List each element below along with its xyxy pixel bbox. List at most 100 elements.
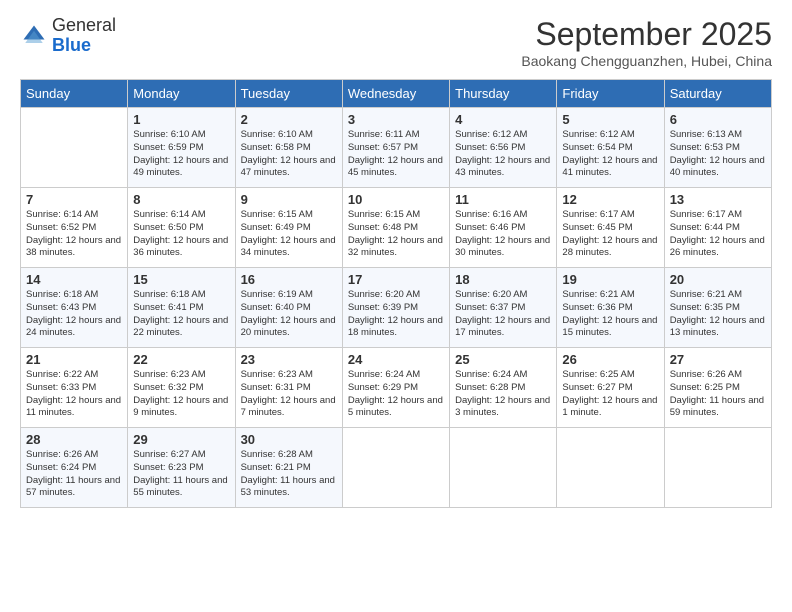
- logo-icon: [20, 22, 48, 50]
- day-number: 27: [670, 352, 766, 367]
- calendar-cell: 6 Sunrise: 6:13 AMSunset: 6:53 PMDaylight…: [664, 108, 771, 188]
- calendar-cell: 11 Sunrise: 6:16 AMSunset: 6:46 PMDayligh…: [450, 188, 557, 268]
- day-number: 24: [348, 352, 444, 367]
- day-info: Sunrise: 6:18 AMSunset: 6:41 PMDaylight:…: [133, 289, 229, 340]
- calendar-cell: 30 Sunrise: 6:28 AMSunset: 6:21 PMDayligh…: [235, 428, 342, 508]
- weekday-header: Wednesday: [342, 80, 449, 108]
- calendar-cell: [21, 108, 128, 188]
- day-number: 5: [562, 112, 658, 127]
- calendar-cell: 23 Sunrise: 6:23 AMSunset: 6:31 PMDayligh…: [235, 348, 342, 428]
- day-info: Sunrise: 6:14 AMSunset: 6:52 PMDaylight:…: [26, 209, 122, 260]
- calendar-week-row: 28 Sunrise: 6:26 AMSunset: 6:24 PMDayligh…: [21, 428, 772, 508]
- day-number: 17: [348, 272, 444, 287]
- calendar-week-row: 7 Sunrise: 6:14 AMSunset: 6:52 PMDaylight…: [21, 188, 772, 268]
- calendar-cell: 18 Sunrise: 6:20 AMSunset: 6:37 PMDayligh…: [450, 268, 557, 348]
- day-number: 18: [455, 272, 551, 287]
- day-info: Sunrise: 6:22 AMSunset: 6:33 PMDaylight:…: [26, 369, 122, 420]
- calendar-cell: 21 Sunrise: 6:22 AMSunset: 6:33 PMDayligh…: [21, 348, 128, 428]
- day-number: 10: [348, 192, 444, 207]
- calendar-cell: 10 Sunrise: 6:15 AMSunset: 6:48 PMDayligh…: [342, 188, 449, 268]
- calendar-cell: 14 Sunrise: 6:18 AMSunset: 6:43 PMDayligh…: [21, 268, 128, 348]
- logo-blue: Blue: [52, 35, 91, 55]
- day-number: 29: [133, 432, 229, 447]
- day-number: 28: [26, 432, 122, 447]
- calendar-cell: 3Sunrise: 6:11 AMSunset: 6:57 PMDaylight…: [342, 108, 449, 188]
- calendar-cell: 19 Sunrise: 6:21 AMSunset: 6:36 PMDayligh…: [557, 268, 664, 348]
- calendar-header-row: SundayMondayTuesdayWednesdayThursdayFrid…: [21, 80, 772, 108]
- month-year-title: September 2025: [521, 16, 772, 53]
- calendar-cell: 13Sunrise: 6:17 AMSunset: 6:44 PMDayligh…: [664, 188, 771, 268]
- calendar-week-row: 14 Sunrise: 6:18 AMSunset: 6:43 PMDayligh…: [21, 268, 772, 348]
- day-info: Sunrise: 6:13 AMSunset: 6:53 PMDaylight:…: [670, 129, 766, 180]
- day-number: 6: [670, 112, 766, 127]
- day-info: Sunrise: 6:11 AMSunset: 6:57 PMDaylight:…: [348, 129, 444, 180]
- calendar-cell: 29 Sunrise: 6:27 AMSunset: 6:23 PMDayligh…: [128, 428, 235, 508]
- calendar-week-row: 21 Sunrise: 6:22 AMSunset: 6:33 PMDayligh…: [21, 348, 772, 428]
- day-number: 4: [455, 112, 551, 127]
- day-info: Sunrise: 6:26 AMSunset: 6:24 PMDaylight:…: [26, 449, 122, 500]
- day-number: 2: [241, 112, 337, 127]
- day-info: Sunrise: 6:20 AMSunset: 6:37 PMDaylight:…: [455, 289, 551, 340]
- day-number: 11: [455, 192, 551, 207]
- day-info: Sunrise: 6:25 AMSunset: 6:27 PMDaylight:…: [562, 369, 658, 420]
- day-info: Sunrise: 6:16 AMSunset: 6:46 PMDaylight:…: [455, 209, 551, 260]
- calendar-cell: 26 Sunrise: 6:25 AMSunset: 6:27 PMDayligh…: [557, 348, 664, 428]
- day-info: Sunrise: 6:15 AMSunset: 6:49 PMDaylight:…: [241, 209, 337, 260]
- weekday-header: Tuesday: [235, 80, 342, 108]
- calendar-cell: 17 Sunrise: 6:20 AMSunset: 6:39 PMDayligh…: [342, 268, 449, 348]
- logo: General Blue: [20, 16, 116, 56]
- calendar-cell: 7 Sunrise: 6:14 AMSunset: 6:52 PMDaylight…: [21, 188, 128, 268]
- calendar-cell: 2 Sunrise: 6:10 AMSunset: 6:58 PMDaylight…: [235, 108, 342, 188]
- day-number: 21: [26, 352, 122, 367]
- day-number: 15: [133, 272, 229, 287]
- calendar-cell: [450, 428, 557, 508]
- location-subtitle: Baokang Chengguanzhen, Hubei, China: [521, 53, 772, 69]
- day-info: Sunrise: 6:17 AMSunset: 6:44 PMDaylight:…: [670, 209, 766, 260]
- calendar-cell: 28 Sunrise: 6:26 AMSunset: 6:24 PMDayligh…: [21, 428, 128, 508]
- calendar-cell: [342, 428, 449, 508]
- day-number: 30: [241, 432, 337, 447]
- calendar-cell: 25Sunrise: 6:24 AMSunset: 6:28 PMDayligh…: [450, 348, 557, 428]
- weekday-header: Friday: [557, 80, 664, 108]
- day-number: 16: [241, 272, 337, 287]
- title-block: September 2025 Baokang Chengguanzhen, Hu…: [521, 16, 772, 69]
- day-info: Sunrise: 6:12 AMSunset: 6:56 PMDaylight:…: [455, 129, 551, 180]
- day-number: 26: [562, 352, 658, 367]
- day-number: 7: [26, 192, 122, 207]
- calendar-cell: 15 Sunrise: 6:18 AMSunset: 6:41 PMDayligh…: [128, 268, 235, 348]
- day-info: Sunrise: 6:24 AMSunset: 6:29 PMDaylight:…: [348, 369, 444, 420]
- calendar-cell: 16 Sunrise: 6:19 AMSunset: 6:40 PMDayligh…: [235, 268, 342, 348]
- weekday-header: Sunday: [21, 80, 128, 108]
- day-info: Sunrise: 6:17 AMSunset: 6:45 PMDaylight:…: [562, 209, 658, 260]
- day-info: Sunrise: 6:23 AMSunset: 6:32 PMDaylight:…: [133, 369, 229, 420]
- calendar-cell: 22Sunrise: 6:23 AMSunset: 6:32 PMDayligh…: [128, 348, 235, 428]
- day-info: Sunrise: 6:23 AMSunset: 6:31 PMDaylight:…: [241, 369, 337, 420]
- calendar-cell: [664, 428, 771, 508]
- day-info: Sunrise: 6:18 AMSunset: 6:43 PMDaylight:…: [26, 289, 122, 340]
- day-info: Sunrise: 6:14 AMSunset: 6:50 PMDaylight:…: [133, 209, 229, 260]
- day-number: 12: [562, 192, 658, 207]
- logo-general: General: [52, 15, 116, 35]
- day-number: 25: [455, 352, 551, 367]
- calendar-cell: 1Sunrise: 6:10 AMSunset: 6:59 PMDaylight…: [128, 108, 235, 188]
- day-info: Sunrise: 6:27 AMSunset: 6:23 PMDaylight:…: [133, 449, 229, 500]
- day-number: 14: [26, 272, 122, 287]
- day-number: 19: [562, 272, 658, 287]
- calendar-cell: 24 Sunrise: 6:24 AMSunset: 6:29 PMDayligh…: [342, 348, 449, 428]
- day-info: Sunrise: 6:20 AMSunset: 6:39 PMDaylight:…: [348, 289, 444, 340]
- calendar-table: SundayMondayTuesdayWednesdayThursdayFrid…: [20, 79, 772, 508]
- calendar-cell: 9Sunrise: 6:15 AMSunset: 6:49 PMDaylight…: [235, 188, 342, 268]
- day-info: Sunrise: 6:15 AMSunset: 6:48 PMDaylight:…: [348, 209, 444, 260]
- day-number: 1: [133, 112, 229, 127]
- day-number: 23: [241, 352, 337, 367]
- day-info: Sunrise: 6:26 AMSunset: 6:25 PMDaylight:…: [670, 369, 766, 420]
- day-info: Sunrise: 6:10 AMSunset: 6:58 PMDaylight:…: [241, 129, 337, 180]
- day-info: Sunrise: 6:28 AMSunset: 6:21 PMDaylight:…: [241, 449, 337, 500]
- calendar-cell: [557, 428, 664, 508]
- day-info: Sunrise: 6:21 AMSunset: 6:36 PMDaylight:…: [562, 289, 658, 340]
- calendar-cell: 27 Sunrise: 6:26 AMSunset: 6:25 PMDayligh…: [664, 348, 771, 428]
- day-number: 20: [670, 272, 766, 287]
- weekday-header: Monday: [128, 80, 235, 108]
- day-info: Sunrise: 6:19 AMSunset: 6:40 PMDaylight:…: [241, 289, 337, 340]
- weekday-header: Thursday: [450, 80, 557, 108]
